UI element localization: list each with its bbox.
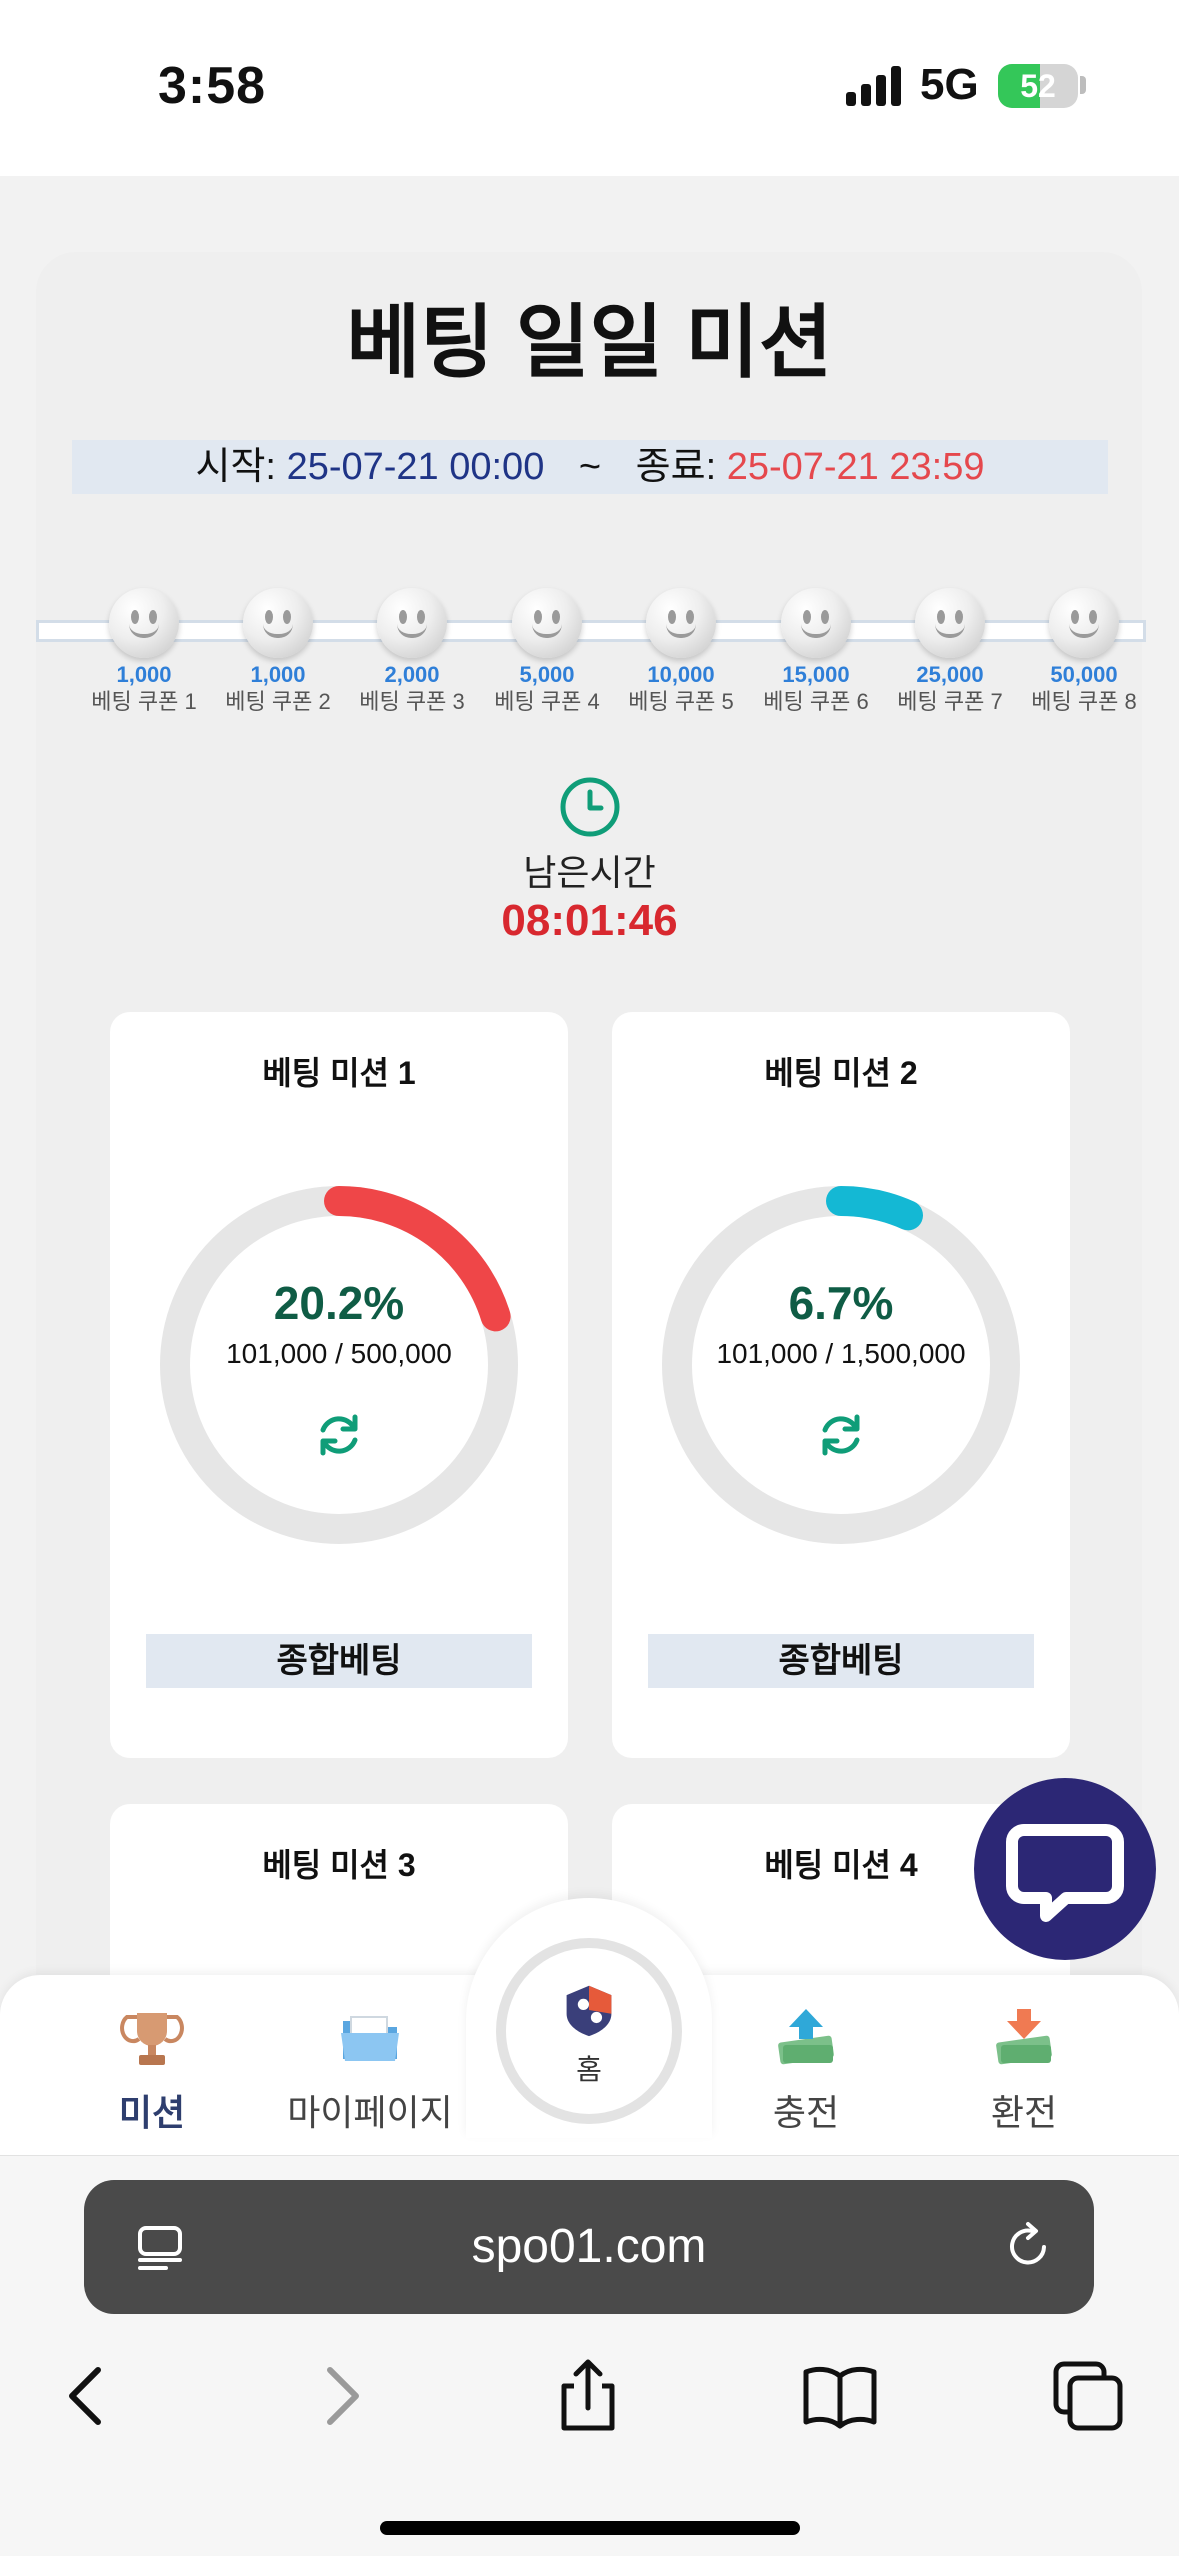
nav-mission-label: 미션 xyxy=(118,2092,186,2133)
coupon-name: 베팅 쿠폰 2 xyxy=(225,689,331,714)
reload-icon[interactable] xyxy=(1002,2220,1056,2274)
coupon-amount: 1,000 xyxy=(116,662,172,687)
nav-deposit[interactable]: 충전 xyxy=(716,2005,896,2136)
start-value: 25-07-21 00:00 xyxy=(286,446,545,488)
coupon-item: 10,000 베팅 쿠폰 5 xyxy=(614,588,748,716)
start-label: 시작: xyxy=(195,446,276,488)
coupon-amount: 15,000 xyxy=(782,662,850,687)
mission-title: 베팅 미션 3 xyxy=(262,1847,416,1883)
mission-title: 베팅 미션 1 xyxy=(262,1055,416,1091)
phone-screen: 3:58 5G 52 베팅 일일 미션 시작: 25-07-21 00:00 ~… xyxy=(0,0,1179,2556)
coupon-amount: 2,000 xyxy=(384,662,440,687)
coupon-item: 5,000 베팅 쿠폰 4 xyxy=(480,588,614,716)
coupon-name: 베팅 쿠폰 8 xyxy=(1031,689,1137,714)
end-value: 25-07-21 23:59 xyxy=(726,446,985,488)
coupon-ball-icon xyxy=(1049,588,1119,658)
mission-period: 시작: 25-07-21 00:00 ~ 종료: 25-07-21 23:59 xyxy=(72,440,1108,494)
period-separator: ~ xyxy=(578,446,602,488)
nav-mypage[interactable]: 마이페이지 xyxy=(280,2005,460,2136)
mission-card: 베팅 미션 2 6.7% 101,000 / 1,500,000 종합베팅 xyxy=(612,1012,1070,1758)
coupon-name: 베팅 쿠폰 4 xyxy=(494,689,600,714)
refresh-icon[interactable] xyxy=(314,1410,364,1460)
network-type: 5G xyxy=(920,60,979,109)
battery-icon: 52 xyxy=(998,64,1078,108)
chat-button[interactable] xyxy=(974,1778,1156,1960)
nav-home[interactable]: 홈 xyxy=(466,1898,712,2138)
mission-amount: 101,000 / 1,500,000 xyxy=(716,1338,966,1369)
coupon-item: 2,000 베팅 쿠폰 3 xyxy=(345,588,479,716)
home-logo-icon xyxy=(566,1985,612,2037)
remaining-time-value: 08:01:46 xyxy=(501,896,678,945)
nav-withdraw-label: 환전 xyxy=(990,2092,1058,2133)
status-time: 3:58 xyxy=(158,57,267,115)
page-title: 베팅 일일 미션 xyxy=(346,298,833,387)
nav-home-label: 홈 xyxy=(576,2054,602,2085)
coupon-ball-icon xyxy=(915,588,985,658)
chat-bubble-icon xyxy=(1006,1824,1124,1922)
coupon-amount: 50,000 xyxy=(1050,662,1118,687)
browser-toolbar: spo01.com xyxy=(0,2155,1179,2556)
coupon-item: 1,000 베팅 쿠폰 2 xyxy=(211,588,345,716)
coupon-amount: 5,000 xyxy=(519,662,575,687)
coupon-name: 베팅 쿠폰 1 xyxy=(91,689,197,714)
mission-card: 베팅 미션 1 20.2% 101,000 / 500,000 종합베팅 xyxy=(110,1012,568,1758)
home-button[interactable]: 홈 xyxy=(496,1938,682,2124)
coupon-name: 베팅 쿠폰 3 xyxy=(359,689,465,714)
address-bar[interactable]: spo01.com xyxy=(84,2180,1094,2314)
remaining-time-label: 남은시간 xyxy=(523,852,656,893)
mission-category-button[interactable]: 종합베팅 xyxy=(648,1634,1034,1688)
coupon-ball-icon xyxy=(109,588,179,658)
mission-amount: 101,000 / 500,000 xyxy=(226,1338,452,1369)
back-icon[interactable] xyxy=(46,2356,126,2436)
coupon-amount: 10,000 xyxy=(647,662,715,687)
coupon-ball-icon xyxy=(243,588,313,658)
folder-icon xyxy=(341,2016,399,2061)
mission-percent: 20.2% xyxy=(273,1277,405,1329)
battery-level: 52 xyxy=(1020,68,1056,104)
coupon-ball-icon xyxy=(377,588,447,658)
mission-category-button[interactable]: 종합베팅 xyxy=(146,1634,532,1688)
coupon-item: 50,000 베팅 쿠폰 8 xyxy=(1017,588,1151,716)
coupon-item: 15,000 베팅 쿠폰 6 xyxy=(749,588,883,716)
coupon-ball-icon xyxy=(781,588,851,658)
trophy-icon xyxy=(120,2013,184,2065)
coupon-name: 베팅 쿠폰 5 xyxy=(628,689,734,714)
coupon-item: 25,000 베팅 쿠폰 7 xyxy=(883,588,1017,716)
home-indicator xyxy=(380,2521,800,2535)
url-text[interactable]: spo01.com xyxy=(84,2180,1094,2314)
coupon-amount: 25,000 xyxy=(916,662,984,687)
bookmarks-icon[interactable] xyxy=(800,2356,880,2436)
coupon-amount: 1,000 xyxy=(250,662,306,687)
cellular-signal-icon xyxy=(846,66,902,106)
nav-withdraw[interactable]: 환전 xyxy=(934,2005,1114,2136)
coupon-ball-icon xyxy=(512,588,582,658)
mission-percent: 6.7% xyxy=(788,1277,894,1329)
clock-icon xyxy=(560,777,620,837)
nav-mission[interactable]: 미션 xyxy=(62,2005,242,2136)
nav-mypage-label: 마이페이지 xyxy=(287,2092,453,2133)
status-bar: 3:58 5G 52 xyxy=(0,0,1179,176)
mission-title: 베팅 미션 2 xyxy=(764,1055,918,1091)
share-icon[interactable] xyxy=(548,2356,628,2436)
refresh-icon[interactable] xyxy=(816,1410,866,1460)
end-label: 종료: xyxy=(635,446,717,488)
forward-icon[interactable] xyxy=(302,2356,382,2436)
coupon-item: 1,000 베팅 쿠폰 1 xyxy=(77,588,211,716)
coupon-ball-icon xyxy=(646,588,716,658)
web-content[interactable]: 베팅 일일 미션 시작: 25-07-21 00:00 ~ 종료: 25-07-… xyxy=(0,176,1179,2156)
money-withdraw-icon xyxy=(996,2009,1052,2065)
coupon-name: 베팅 쿠폰 6 xyxy=(763,689,869,714)
money-deposit-icon xyxy=(778,2009,834,2065)
tabs-icon[interactable] xyxy=(1048,2356,1128,2436)
nav-deposit-label: 충전 xyxy=(772,2092,840,2133)
coupon-name: 베팅 쿠폰 7 xyxy=(897,689,1003,714)
